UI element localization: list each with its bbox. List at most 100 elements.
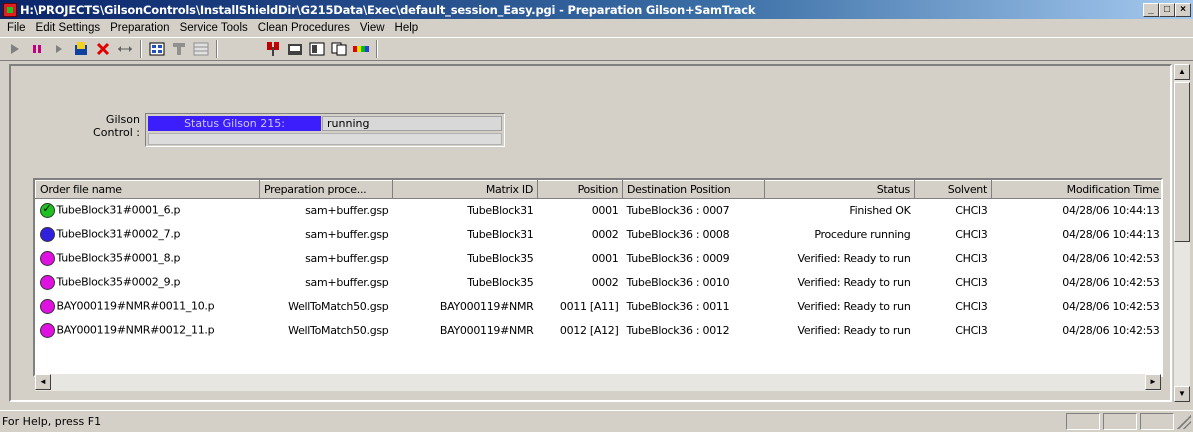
status-pane <box>1103 413 1137 430</box>
column-header-order-file[interactable]: Order file name <box>35 180 260 199</box>
cell-status: Procedure running <box>765 223 915 247</box>
menu-help[interactable]: Help <box>390 22 424 34</box>
cell-solvent: CHCl3 <box>915 247 992 271</box>
cell-preparation: WellToMatch50.gsp <box>260 295 393 319</box>
step-icon[interactable] <box>48 39 70 59</box>
cell-position: 0011 [A11] <box>538 295 623 319</box>
cell-order-file: BAY000119#NMR#0011_10.p <box>36 295 260 319</box>
maximize-button[interactable]: □ <box>1159 2 1175 17</box>
status-message-bar <box>148 133 502 145</box>
menu-edit-settings[interactable]: Edit Settings <box>31 22 106 34</box>
table-row[interactable]: TubeBlock35#0001_8.p sam+buffer.gsp TubeBl… <box>36 247 1162 271</box>
title-bar[interactable]: H:\PROJECTS\GilsonControls\InstallShield… <box>0 0 1193 19</box>
window-title: H:\PROJECTS\GilsonControls\InstallShield… <box>20 2 756 17</box>
column-header-solvent[interactable]: Solvent <box>914 180 992 199</box>
connect-icon[interactable] <box>262 39 284 59</box>
horizontal-scrollbar[interactable]: ◄ ► <box>35 374 1161 391</box>
toolbar <box>0 37 1193 61</box>
status-bar: For Help, press F1 <box>0 410 1193 432</box>
menu-bar: File Edit Settings Preparation Service T… <box>0 19 1193 37</box>
cell-modification-time-text: 04/28/06 10:44:13 <box>1062 204 1160 218</box>
cell-order-file-text: TubeBlock35#0001_8.p <box>56 251 181 265</box>
cell-destination: TubeBlock36 : 0007 <box>623 199 765 223</box>
cell-order-file-text: BAY000119#NMR#0011_10.p <box>56 299 215 313</box>
vertical-scrollbar[interactable]: ▲ ▼ <box>1173 64 1190 402</box>
column-header-modification-time[interactable]: Modification Time <box>991 180 1161 199</box>
status-gilson-value: running <box>322 116 502 131</box>
column-header-status[interactable]: Status <box>764 180 915 199</box>
column-header-preparation[interactable]: Preparation proce... <box>259 180 393 199</box>
cell-destination: TubeBlock36 : 0008 <box>623 223 765 247</box>
close-button[interactable]: × <box>1175 2 1191 17</box>
gilson-control-label: Gilson Control : <box>93 113 140 139</box>
table-row[interactable]: TubeBlock31#0002_7.p sam+buffer.gsp TubeBl… <box>36 223 1162 247</box>
resize-grip-icon[interactable] <box>1177 414 1191 429</box>
table-row[interactable]: BAY000119#NMR#0011_10.p WellToMatch50.gsp… <box>36 295 1162 319</box>
device-icon[interactable] <box>284 39 306 59</box>
cell-destination-text: TubeBlock36 : 0012 <box>626 324 730 337</box>
copy-icon[interactable] <box>328 39 350 59</box>
cell-order-file: TubeBlock31#0002_7.p <box>36 223 260 247</box>
pause-icon[interactable] <box>26 39 48 59</box>
cell-position-text: 0001 <box>591 204 619 218</box>
menu-file[interactable]: File <box>2 22 31 34</box>
cell-modification-time-text: 04/28/06 10:44:13 <box>1062 228 1160 241</box>
column-header-destination[interactable]: Destination Position <box>622 180 765 199</box>
swap-icon[interactable] <box>114 39 136 59</box>
cell-matrix-id-text: TubeBlock31 <box>467 228 534 241</box>
app-icon[interactable] <box>3 2 17 17</box>
scroll-down-button[interactable]: ▼ <box>1174 386 1190 402</box>
cell-order-file: TubeBlock35#0001_8.p <box>36 247 260 271</box>
cell-status-text: Verified: Ready to run <box>797 324 911 337</box>
status-gilson-label: Status Gilson 215: <box>148 116 321 131</box>
cell-matrix-id-text: TubeBlock35 <box>467 252 534 265</box>
status-pane <box>1140 413 1174 430</box>
cell-solvent-text: CHCl3 <box>955 276 988 289</box>
menu-view[interactable]: View <box>355 22 390 34</box>
cell-order-file: BAY000119#NMR#0012_11.p <box>36 319 260 343</box>
cell-position-text: 0002 <box>591 228 619 241</box>
cell-preparation-text: sam+buffer.gsp <box>305 276 389 289</box>
stop-icon[interactable] <box>92 39 114 59</box>
save-icon[interactable] <box>70 39 92 59</box>
cell-order-file: TubeBlock35#0002_9.p <box>36 271 260 295</box>
cell-position-text: 0002 <box>591 276 619 289</box>
play-icon[interactable] <box>4 39 26 59</box>
panel-icon[interactable] <box>306 39 328 59</box>
cell-matrix-id-text: BAY000119#NMR <box>439 324 534 337</box>
cell-order-file-text: TubeBlock35#0002_9.p <box>56 275 181 289</box>
menu-clean-procedures[interactable]: Clean Procedures <box>253 22 355 34</box>
order-table: Order file name Preparation proce... Mat… <box>33 178 1163 377</box>
scroll-up-button[interactable]: ▲ <box>1174 64 1190 80</box>
cell-destination: TubeBlock36 : 0010 <box>623 271 765 295</box>
cell-destination-text: TubeBlock36 : 0009 <box>626 252 730 265</box>
table-row[interactable]: TubeBlock35#0002_9.p sam+buffer.gsp TubeBl… <box>36 271 1162 295</box>
cell-matrix-id-text: TubeBlock35 <box>467 276 534 289</box>
cell-matrix-id: BAY000119#NMR <box>393 295 538 319</box>
color-bar-icon[interactable] <box>350 39 372 59</box>
filter-icon[interactable] <box>168 39 190 59</box>
minimize-button[interactable]: _ <box>1143 2 1159 17</box>
cell-preparation: sam+buffer.gsp <box>260 271 393 295</box>
column-header-position[interactable]: Position <box>537 180 623 199</box>
table-row[interactable]: TubeBlock31#0001_6.p sam+buffer.gsp TubeBl… <box>36 199 1162 223</box>
menu-preparation[interactable]: Preparation <box>105 22 174 34</box>
table-row[interactable]: BAY000119#NMR#0012_11.p WellToMatch50.gsp… <box>36 319 1162 343</box>
grid-icon[interactable] <box>146 39 168 59</box>
scroll-right-button[interactable]: ► <box>1145 374 1161 390</box>
cell-status: Verified: Ready to run <box>765 319 915 343</box>
scroll-thumb[interactable] <box>1174 82 1190 242</box>
cell-status-text: Verified: Ready to run <box>797 252 911 265</box>
cell-position: 0002 <box>538 223 623 247</box>
table-icon[interactable] <box>190 39 212 59</box>
cell-modification-time-text: 04/28/06 10:42:53 <box>1062 300 1160 313</box>
cell-solvent: CHCl3 <box>915 199 992 223</box>
column-header-matrix-id[interactable]: Matrix ID <box>392 180 538 199</box>
gilson-status-box: Status Gilson 215: running <box>145 113 505 147</box>
cell-matrix-id: TubeBlock35 <box>393 271 538 295</box>
menu-service-tools[interactable]: Service Tools <box>175 22 253 34</box>
scroll-left-button[interactable]: ◄ <box>35 374 51 390</box>
status-dot-icon <box>39 202 55 219</box>
toolbar-separator <box>376 40 378 58</box>
cell-matrix-id: TubeBlock35 <box>393 247 538 271</box>
